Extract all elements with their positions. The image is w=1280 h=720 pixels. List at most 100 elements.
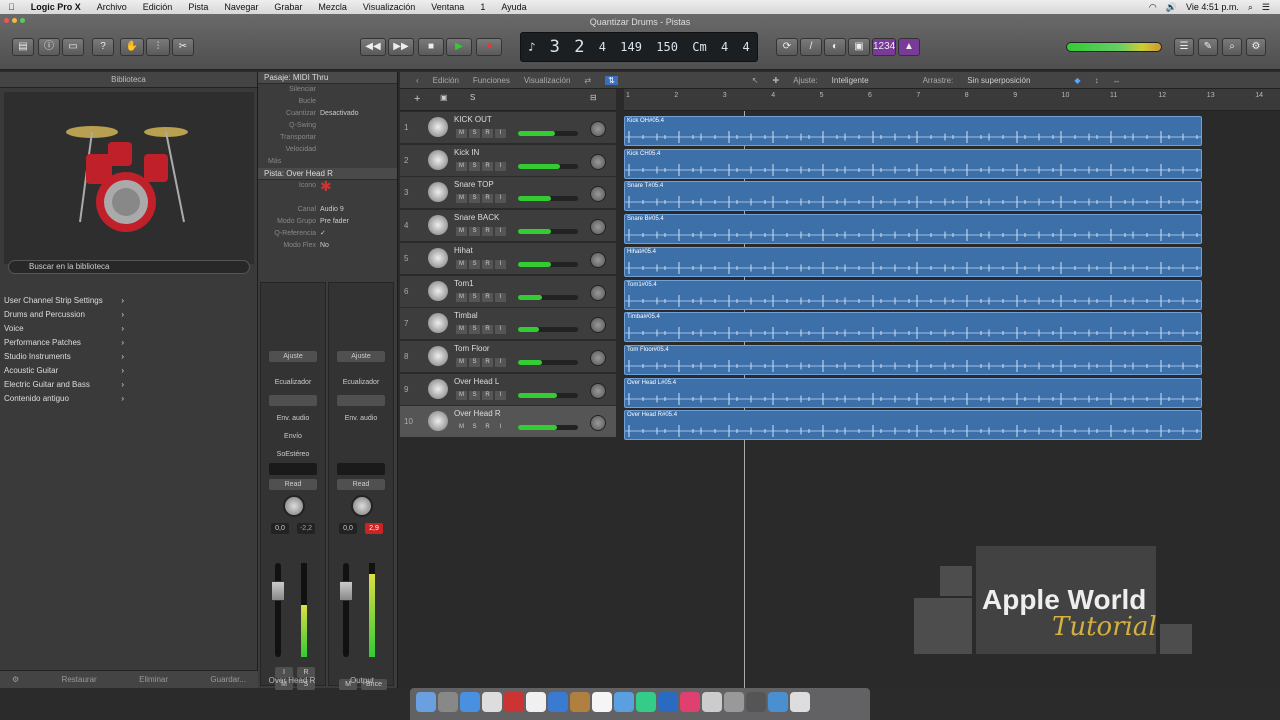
dock-app-icon[interactable] — [504, 692, 524, 712]
library-item[interactable]: Acoustic Guitar › — [4, 364, 128, 378]
library-item[interactable]: Drums and Percussion › — [4, 308, 128, 322]
mute-button[interactable]: M — [456, 390, 467, 400]
drum-icon[interactable]: ✱ — [320, 179, 332, 204]
track-header-row[interactable]: 3 Snare TOP M S R I — [400, 177, 616, 210]
view-menu[interactable]: Visualización — [524, 76, 571, 85]
dock-app-icon[interactable] — [702, 692, 722, 712]
mute-button[interactable]: M — [456, 227, 467, 237]
track-volume-slider[interactable] — [518, 294, 578, 300]
notepad-button[interactable]: ✎ — [1198, 38, 1218, 56]
instrument-icon[interactable] — [428, 411, 448, 432]
record-button[interactable]: R — [482, 292, 493, 302]
track-name[interactable]: KICK OUT — [454, 115, 492, 124]
dock-app-icon[interactable] — [636, 692, 656, 712]
library-item[interactable]: Electric Guitar and Bass › — [4, 378, 128, 392]
dock-app-icon[interactable] — [724, 692, 744, 712]
input-monitor-button[interactable]: I — [495, 292, 506, 302]
library-item[interactable]: Voice › — [4, 322, 128, 336]
library-button[interactable]: ▤ — [12, 38, 34, 56]
automation-button[interactable]: Read — [337, 479, 385, 490]
menu-navegar[interactable]: Navegar — [216, 2, 266, 12]
dock-app-icon[interactable] — [790, 692, 810, 712]
mute-button[interactable]: M — [456, 194, 467, 204]
dock-app-icon[interactable] — [482, 692, 502, 712]
dock-app-icon[interactable] — [416, 692, 436, 712]
track-name[interactable]: Timbal — [454, 311, 478, 320]
inspector-row[interactable]: Bucle — [258, 96, 397, 108]
menu-1[interactable]: 1 — [472, 2, 493, 12]
apple-icon[interactable]:  — [0, 2, 23, 12]
track-pan-knob[interactable] — [590, 382, 606, 399]
track-header-row[interactable]: 6 Tom1 M S R I — [400, 275, 616, 308]
mute-button[interactable]: M — [456, 325, 467, 335]
track-volume-slider[interactable] — [518, 392, 578, 398]
input-monitor-button[interactable]: I — [495, 423, 506, 433]
library-search-input[interactable]: Buscar en la biblioteca — [8, 260, 250, 274]
record-button[interactable]: R — [482, 129, 493, 138]
solo-button[interactable]: S — [469, 390, 480, 400]
audio-region[interactable]: Kick CH05.4 — [624, 148, 1202, 179]
input-monitor-button[interactable]: I — [495, 357, 506, 367]
delete-button[interactable]: Eliminar — [139, 675, 168, 684]
record-button[interactable]: ● — [476, 38, 502, 56]
lcd-signature-bottom[interactable]: 4 — [743, 40, 750, 54]
inspector-row[interactable]: Canal Audio 9 — [258, 204, 397, 216]
stop-button[interactable]: ■ — [418, 38, 444, 56]
inspector-row[interactable]: Velocidad — [258, 144, 397, 156]
save-button[interactable]: Guardar... — [210, 675, 246, 684]
menu-edicion[interactable]: Edición — [135, 2, 181, 12]
collapse-icon[interactable]: ⊟ — [590, 93, 597, 102]
solo-button[interactable]: ◐ — [824, 38, 846, 56]
mute-button[interactable]: M — [456, 423, 467, 433]
count-in-button[interactable]: 1234 — [872, 38, 896, 56]
inspector-button[interactable]: ⓘ — [38, 38, 60, 56]
search-icon[interactable]: ⌕ — [1248, 2, 1253, 13]
track-pan-knob[interactable] — [590, 284, 606, 301]
track-header-row[interactable]: 1 KICK OUT M S R I — [400, 112, 616, 144]
library-item[interactable]: User Channel Strip Settings › — [4, 294, 128, 308]
solo-button[interactable]: S — [469, 161, 480, 171]
mute-button[interactable]: M — [456, 161, 467, 171]
record-button[interactable]: R — [482, 161, 493, 171]
track-volume-slider[interactable] — [518, 131, 578, 136]
track-pan-knob[interactable] — [590, 349, 606, 366]
dock-app-icon[interactable] — [526, 692, 546, 712]
track-name[interactable]: Snare TOP — [454, 180, 494, 189]
output-slot[interactable] — [337, 463, 385, 475]
dock-app-icon[interactable] — [614, 692, 634, 712]
mute-button[interactable]: M — [456, 129, 467, 138]
cycle-button[interactable]: ⟳ — [776, 38, 798, 56]
folder-icon[interactable]: ▣ — [440, 93, 448, 102]
toolbar-button[interactable]: ▭ — [62, 38, 84, 56]
audio-region[interactable]: Snare T#05.4 — [624, 181, 1202, 212]
fader-handle[interactable] — [339, 581, 353, 601]
input-monitor-button[interactable]: I — [495, 194, 506, 204]
instrument-icon[interactable] — [428, 149, 448, 170]
track-volume-slider[interactable] — [518, 196, 578, 202]
instrument-icon[interactable] — [428, 313, 448, 334]
input-slot[interactable]: SoEstéreo — [269, 449, 317, 460]
help-button[interactable]: ? — [92, 38, 114, 56]
solo-button[interactable]: S — [469, 357, 480, 367]
menu-mezcla[interactable]: Mezcla — [310, 2, 355, 12]
input-monitor-button[interactable]: I — [495, 325, 506, 335]
track-header-row[interactable]: 8 Tom Floor M S R I — [400, 340, 616, 373]
input-monitor-button[interactable]: I — [495, 129, 506, 138]
track-volume-slider[interactable] — [518, 261, 578, 267]
input-monitor-button[interactable]: I — [495, 161, 506, 171]
track-pan-knob[interactable] — [590, 121, 606, 137]
pan-knob[interactable] — [283, 495, 305, 517]
menu-grabar[interactable]: Grabar — [266, 2, 310, 12]
rewind-button[interactable]: ◀◀ — [360, 38, 386, 56]
track-header-row[interactable]: 2 Kick IN M S R I — [400, 144, 616, 177]
browsers-button[interactable]: ⚙ — [1246, 38, 1266, 56]
list-icon[interactable]: ☰ — [1262, 2, 1270, 13]
dock-app-icon[interactable] — [746, 692, 766, 712]
loop-browser-button[interactable]: ⌕ — [1222, 38, 1242, 56]
edit-menu[interactable]: Edición — [433, 76, 459, 85]
menu-ventana[interactable]: Ventana — [423, 2, 472, 12]
mixer-button[interactable]: ⫶ — [146, 38, 170, 56]
track-pan-knob[interactable] — [590, 251, 606, 268]
track-volume-slider[interactable] — [518, 163, 578, 169]
mute-button[interactable]: M — [456, 357, 467, 367]
